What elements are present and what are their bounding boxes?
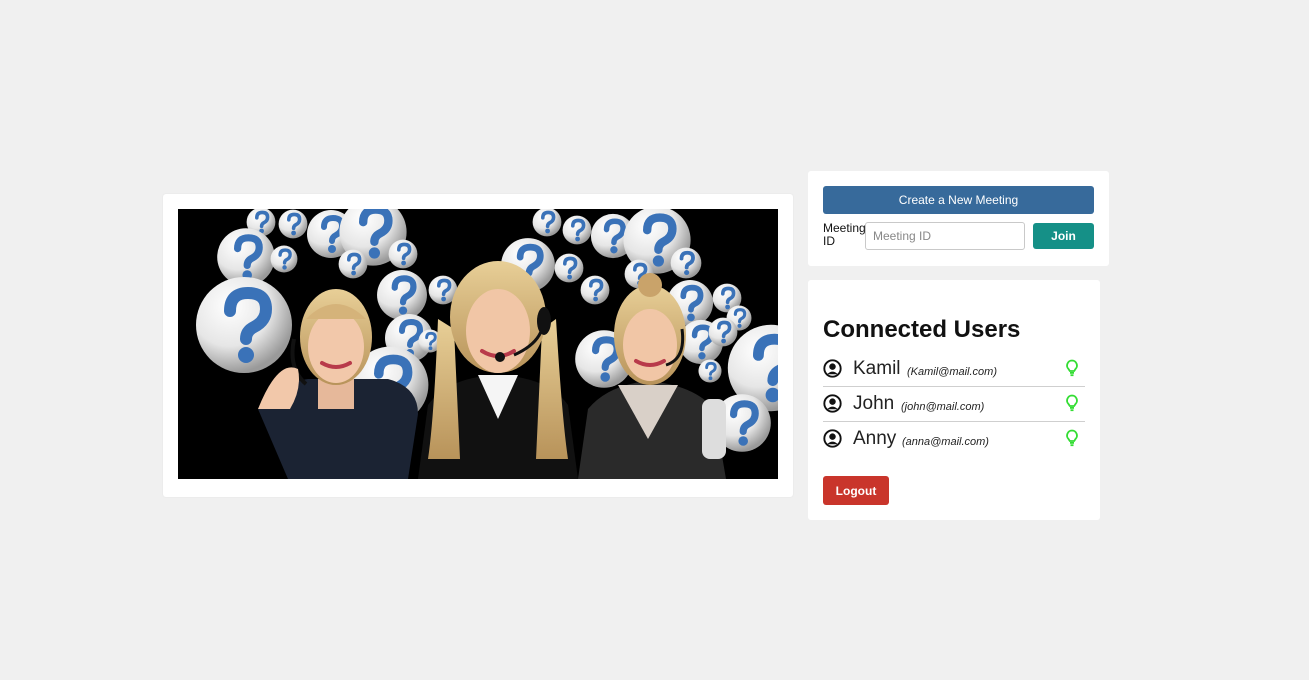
user-avatar-icon [823,359,842,378]
support-team-illustration [178,209,778,479]
lightbulb-icon [1066,429,1078,447]
connected-users-panel: Connected Users Kamil (Kamil@mail.com) J… [808,280,1100,520]
meeting-id-label: Meeting ID [823,221,866,248]
lightbulb-icon [1066,359,1078,377]
user-email: (anna@mail.com) [902,436,989,448]
create-meeting-button[interactable]: Create a New Meeting [823,186,1094,214]
user-email: (john@mail.com) [901,401,985,413]
meeting-id-input[interactable] [865,222,1025,250]
hero-image [178,209,778,479]
join-button[interactable]: Join [1033,223,1094,249]
user-row-john: John (john@mail.com) [823,387,1085,422]
user-avatar-icon [823,394,842,413]
user-name: Anny [853,428,897,449]
user-row-anny: Anny (anna@mail.com) [823,422,1085,456]
logout-button[interactable]: Logout [823,476,889,505]
user-avatar-icon [823,429,842,448]
user-email: (Kamil@mail.com) [907,366,998,378]
user-name: Kamil [853,358,901,379]
user-name: John [853,393,895,414]
meeting-panel: Create a New Meeting Meeting ID Join [808,171,1109,266]
user-list: Kamil (Kamil@mail.com) John (john@mail.c… [823,352,1085,456]
user-row-kamil: Kamil (Kamil@mail.com) [823,352,1085,387]
hero-card [163,194,793,497]
lightbulb-icon [1066,394,1078,412]
connected-users-title: Connected Users [823,316,1021,343]
